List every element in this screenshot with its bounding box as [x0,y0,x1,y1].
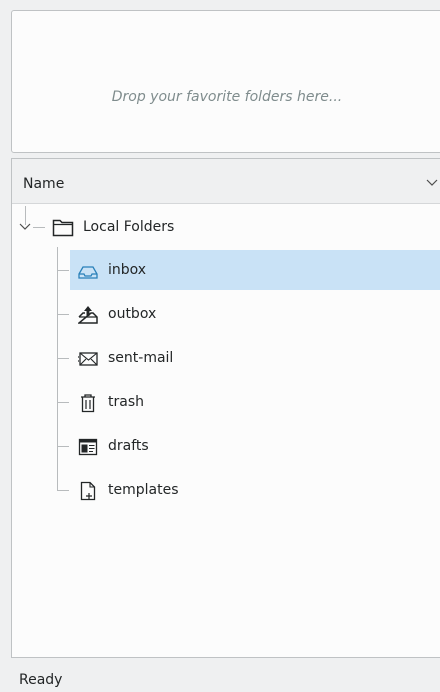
tree-item-label: drafts [108,438,149,454]
drafts-icon [78,438,98,456]
tree-connector [57,358,69,359]
tree-connector [57,314,69,315]
expand-toggle-icon[interactable] [19,222,31,232]
inbox-icon [78,266,98,279]
tree-item-label: sent-mail [108,350,174,366]
tree-row-templates[interactable]: templates [70,470,440,510]
trash-icon [81,394,95,413]
tree-row-outbox[interactable]: outbox [70,294,440,334]
tree-item-label: outbox [108,306,157,322]
name-column-header[interactable]: Name [23,176,64,192]
favorites-placeholder: Drop your favorite folders here... [111,89,343,105]
tree-item-label: inbox [108,262,147,278]
folder-icon [52,219,74,237]
tree-item-label: trash [108,394,144,410]
templates-icon [80,481,96,501]
tree-connector [57,247,58,490]
tree-connector [57,446,69,447]
status-text: Ready [19,672,63,688]
tree-row-inbox[interactable]: inbox [70,250,440,290]
tree-header[interactable]: Name [12,159,440,204]
tree-connector [57,270,69,271]
tree-row-trash[interactable]: trash [70,382,440,422]
tree-item-label: templates [108,482,179,498]
tree-row-drafts[interactable]: drafts [70,426,440,466]
favorite-folders-dropzone[interactable]: Drop your favorite folders here... [11,10,440,153]
chevron-down-icon[interactable] [426,178,438,188]
sent-mail-icon [78,352,98,366]
tree-connector [57,490,69,491]
tree-row-sent-mail[interactable]: sent-mail [70,338,440,378]
tree-connector [57,402,69,403]
tree-item-label: Local Folders [83,219,175,235]
outbox-icon [78,306,98,324]
folder-tree[interactable]: Name Local Folders inbox outbox sent-mai… [11,158,440,658]
tree-row-local-folders[interactable]: Local Folders [12,207,440,247]
status-bar: Ready [0,660,440,692]
